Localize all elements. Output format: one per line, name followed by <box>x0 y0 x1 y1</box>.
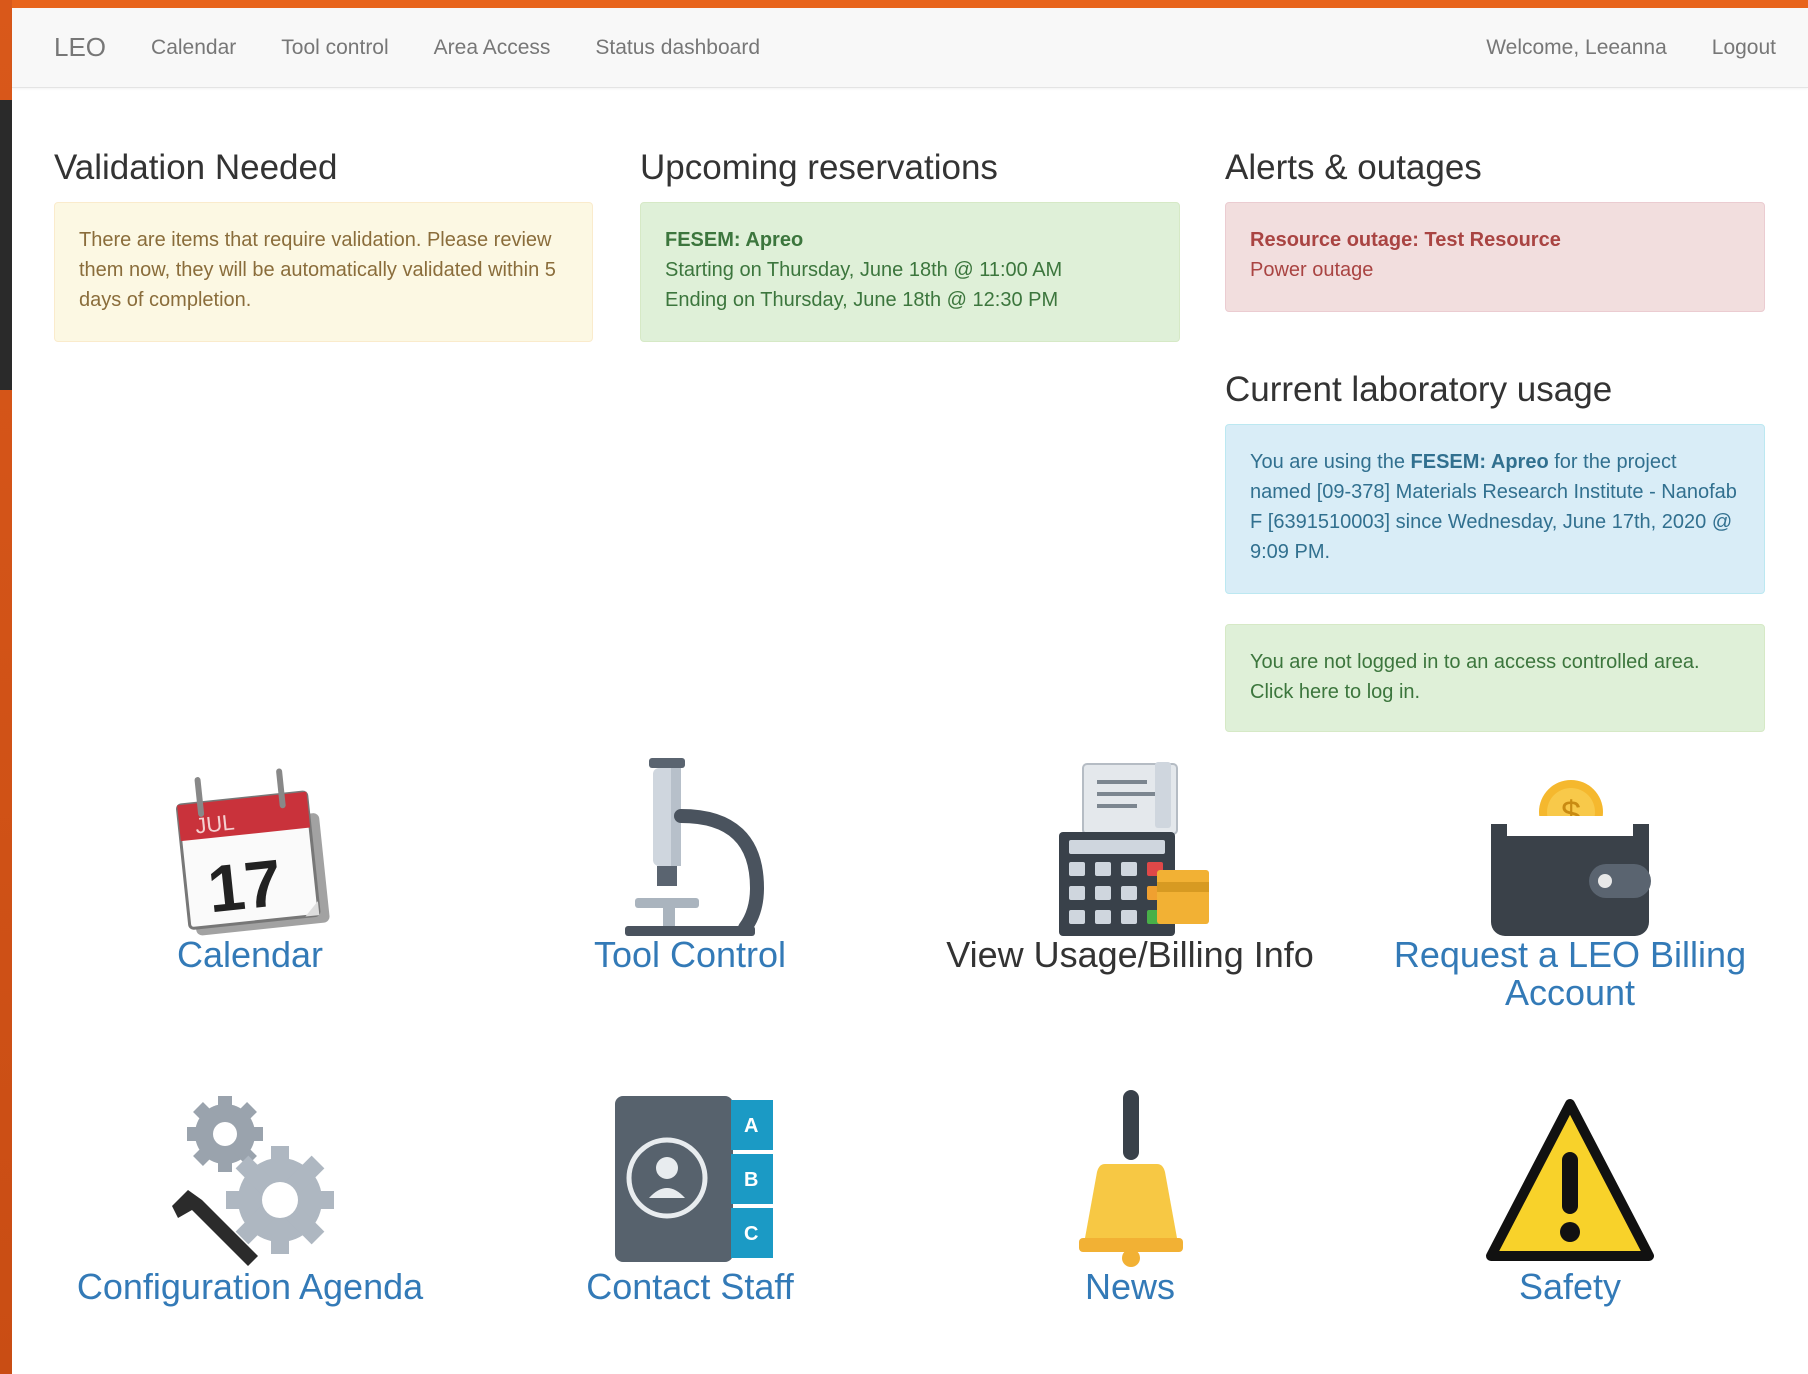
reservation-alert[interactable]: FESEM: Apreo Starting on Thursday, June … <box>640 202 1180 342</box>
contact-book-icon: A B C <box>615 1096 773 1262</box>
area-access-text: You are not logged in to an access contr… <box>1250 651 1700 703</box>
usage-title: Current laboratory usage <box>1225 370 1613 409</box>
tile-configuration-agenda-label[interactable]: Configuration Agenda <box>50 1268 450 1306</box>
tile-request-billing-label[interactable]: Request a LEO Billing Account <box>1370 936 1770 1012</box>
warning-icon <box>1486 1099 1654 1261</box>
svg-text:17: 17 <box>204 845 285 926</box>
area-access-alert[interactable]: You are not logged in to an access contr… <box>1225 624 1765 732</box>
tile-contact-staff-label[interactable]: Contact Staff <box>490 1268 890 1306</box>
svg-text:B: B <box>744 1169 758 1191</box>
validation-alert[interactable]: There are items that require validation.… <box>54 202 593 342</box>
outage-detail: Power outage <box>1250 259 1374 281</box>
svg-text:A: A <box>744 1115 758 1137</box>
tile-news[interactable]: News <box>930 1090 1330 1306</box>
welcome-user[interactable]: Welcome, Leeanna <box>1486 36 1667 60</box>
bell-icon <box>1079 1090 1183 1267</box>
usage-alert[interactable]: You are using the FESEM: Apreo for the p… <box>1225 424 1765 594</box>
usage-tool: FESEM: Apreo <box>1410 451 1549 473</box>
validation-title: Validation Needed <box>54 148 338 187</box>
nav-area-access[interactable]: Area Access <box>434 36 551 60</box>
brand-link[interactable]: LEO <box>54 32 106 63</box>
tile-request-billing[interactable]: $ Request a LEO Billing Account <box>1370 758 1770 1012</box>
tile-safety-label[interactable]: Safety <box>1370 1268 1770 1306</box>
nav-calendar[interactable]: Calendar <box>151 36 236 60</box>
reservation-start: Starting on Thursday, June 18th @ 11:00 … <box>665 259 1063 281</box>
tile-configuration-agenda[interactable]: Configuration Agenda <box>50 1090 450 1306</box>
calendar-icon: JUL 17 <box>175 768 330 936</box>
tile-contact-staff[interactable]: A B C Contact Staff <box>490 1090 890 1306</box>
desktop-dark-strip <box>0 100 12 390</box>
outage-heading: Resource outage: Test Resource <box>1250 229 1561 251</box>
nav-status-dashboard[interactable]: Status dashboard <box>595 36 760 60</box>
tile-usage-billing-label[interactable]: View Usage/Billing Info <box>930 936 1330 974</box>
validation-text: There are items that require validation.… <box>79 229 556 311</box>
tile-news-label[interactable]: News <box>930 1268 1330 1306</box>
alerts-title: Alerts & outages <box>1225 148 1482 187</box>
microscope-icon <box>625 758 765 936</box>
reservation-end: Ending on Thursday, June 18th @ 12:30 PM <box>665 289 1059 311</box>
wallet-icon: $ <box>1491 780 1651 936</box>
navbar: LEO Calendar Tool control Area Access St… <box>12 8 1808 88</box>
reservations-title: Upcoming reservations <box>640 148 998 187</box>
calculator-icon <box>1059 762 1209 936</box>
tile-safety[interactable]: Safety <box>1370 1090 1770 1306</box>
svg-text:C: C <box>744 1223 758 1245</box>
tile-tool-control[interactable]: Tool Control <box>490 758 890 974</box>
outage-alert[interactable]: Resource outage: Test Resource Power out… <box>1225 202 1765 312</box>
tile-tool-control-label[interactable]: Tool Control <box>490 936 890 974</box>
tile-usage-billing[interactable]: View Usage/Billing Info <box>930 758 1330 974</box>
gears-icon <box>172 1096 334 1266</box>
tile-calendar-label[interactable]: Calendar <box>50 936 450 974</box>
usage-prefix: You are using the <box>1250 451 1405 473</box>
browser-window: LEO Calendar Tool control Area Access St… <box>12 8 1808 1374</box>
reservation-tool: FESEM: Apreo <box>665 229 804 251</box>
nav-tool-control[interactable]: Tool control <box>281 36 388 60</box>
logout-link[interactable]: Logout <box>1712 36 1776 60</box>
tile-calendar[interactable]: JUL 17 Calendar <box>50 758 450 974</box>
